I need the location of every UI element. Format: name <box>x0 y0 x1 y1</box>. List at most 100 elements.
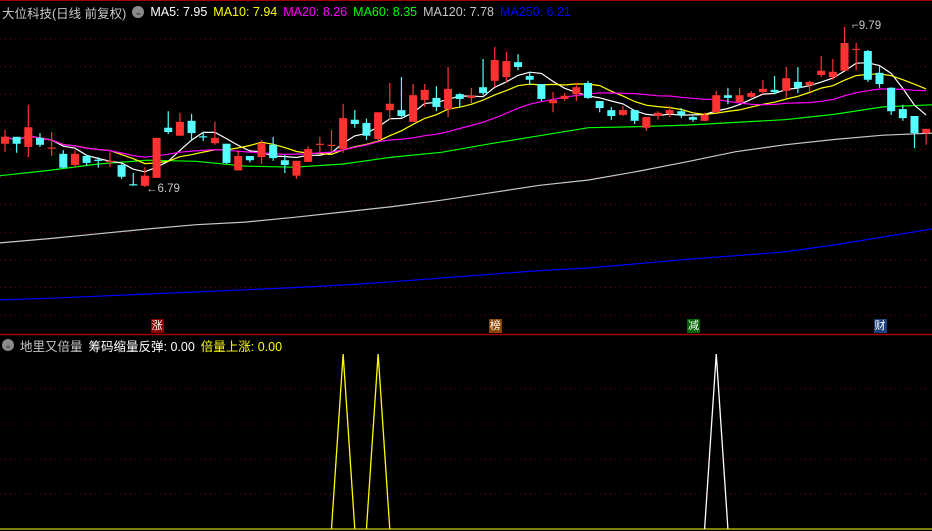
candle-down <box>397 110 406 117</box>
candle-down <box>863 50 872 80</box>
event-marker-zhang[interactable]: 涨 <box>150 319 164 333</box>
candle-down <box>432 97 441 107</box>
candle-up <box>840 42 849 71</box>
candle-up <box>817 70 826 75</box>
indicator-series2-label: 倍量上涨: 0.00 <box>200 339 283 354</box>
candle-down <box>875 72 884 85</box>
candle-up <box>385 103 394 111</box>
candle-up <box>70 153 79 166</box>
candle-down <box>35 137 44 145</box>
indicator-legend: ⌄ 地里又倍量 筹码缩量反弹: 0.00 倍量上涨: 0.00 <box>2 336 288 354</box>
candle-down <box>164 127 173 133</box>
candle-down <box>117 165 126 177</box>
candle-up <box>549 100 558 104</box>
event-marker-bang[interactable]: 榜 <box>488 319 502 333</box>
candle-down <box>537 84 546 99</box>
event-marker-cai[interactable]: 财 <box>873 319 887 333</box>
candle-down <box>455 94 464 99</box>
candle-up <box>560 95 569 99</box>
candle-down <box>607 110 616 117</box>
candle-up <box>502 61 511 78</box>
stock-title: 大位科技(日线 前复权) <box>2 6 127 21</box>
candle-up <box>805 81 814 86</box>
candle-up <box>292 160 301 176</box>
candle-up <box>922 128 931 134</box>
ma250-line <box>0 228 932 301</box>
candle-up <box>339 118 348 150</box>
ma250-label: MA250: 6.21 <box>500 5 571 19</box>
candle-down <box>362 122 371 136</box>
main-legend: 大位科技(日线 前复权) ⌄ MA5: 7.95 MA10: 7.94 MA20… <box>2 3 577 21</box>
low-price-label: ←6.79 <box>146 183 180 195</box>
candle-down <box>59 153 68 168</box>
candle-down <box>770 89 779 93</box>
candle-up <box>782 78 791 91</box>
candle-up <box>618 110 627 115</box>
candle-up <box>444 88 453 110</box>
candle-up <box>409 95 418 122</box>
high-price-value: 9.79 <box>858 20 882 32</box>
candle-up <box>700 114 709 121</box>
double-volume-spike <box>365 353 391 530</box>
candle-up <box>665 110 674 114</box>
candle-up <box>327 144 336 146</box>
candle-down <box>910 116 919 134</box>
candle-down <box>723 95 732 98</box>
chevron-down-icon[interactable]: ⌄ <box>132 6 145 18</box>
candle-down <box>199 136 208 138</box>
candle-down <box>688 117 697 120</box>
candle-up <box>315 143 324 145</box>
candle-down <box>514 62 523 67</box>
candle-down <box>187 120 196 134</box>
candle-up <box>234 155 243 171</box>
candle-up <box>304 149 313 162</box>
candle-down <box>129 184 138 186</box>
ma10-label: MA10: 7.94 <box>213 5 278 19</box>
candle-up <box>747 93 756 97</box>
candle-up <box>852 48 861 51</box>
candle-up <box>24 127 33 147</box>
candle-down <box>222 143 231 163</box>
candle-up <box>467 95 476 98</box>
candle-down <box>94 159 103 161</box>
candle-down <box>793 81 802 88</box>
ma5-label: MA5: 7.95 <box>150 5 208 19</box>
candle-up <box>828 71 837 78</box>
candle-down <box>630 110 639 121</box>
indicator-name: 地里又倍量 <box>20 339 83 354</box>
candle-down <box>269 144 278 159</box>
chip-rebound-spike <box>703 353 729 530</box>
candle-up <box>152 137 161 178</box>
candle-down <box>677 111 686 115</box>
candle-down <box>280 160 289 166</box>
candle-down <box>584 82 592 98</box>
candle-up <box>105 160 114 162</box>
candle-up <box>175 121 184 136</box>
ma20-label: MA20: 8.26 <box>283 5 348 19</box>
high-price-label: ⌐9.79 <box>852 20 882 32</box>
ma60-label: MA60: 8.35 <box>353 5 418 19</box>
candle-up <box>374 112 383 139</box>
candle-up <box>758 88 767 93</box>
candle-up <box>642 117 651 128</box>
candle-up <box>47 147 56 149</box>
candle-up <box>712 95 721 113</box>
candle-down <box>350 119 359 125</box>
ma60-line <box>0 104 932 177</box>
candle-up <box>420 89 429 101</box>
candle-down <box>245 155 254 161</box>
double-volume-spike <box>330 353 356 530</box>
candle-down <box>12 136 21 144</box>
candle-up <box>257 143 266 158</box>
ma120-label: MA120: 7.78 <box>423 5 494 19</box>
candle-up <box>735 95 744 103</box>
chevron-down-icon[interactable]: ⌄ <box>2 339 14 351</box>
event-marker-jian[interactable]: 减 <box>686 319 700 333</box>
candle-up <box>572 87 581 95</box>
kline-chart[interactable] <box>0 0 932 531</box>
low-price-value: 6.79 <box>157 183 180 195</box>
candle-down <box>887 87 896 112</box>
candle-up <box>210 137 219 144</box>
candle-down <box>595 101 604 109</box>
candle-down <box>525 76 534 80</box>
